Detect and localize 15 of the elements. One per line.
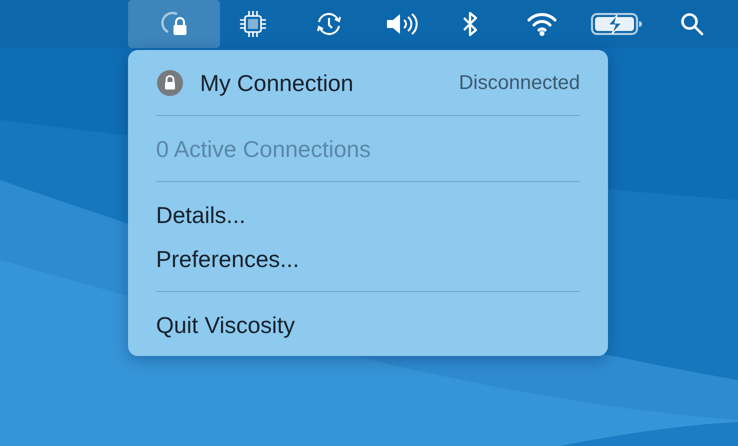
- menu-item[interactable]: Quit Viscosity: [128, 303, 608, 347]
- menu-bar-item[interactable]: [128, 0, 220, 48]
- wifi-icon: [526, 11, 558, 37]
- search-icon: [679, 11, 705, 37]
- menu-item[interactable]: Preferences...: [128, 237, 608, 281]
- menu-item[interactable]: Details...: [128, 193, 608, 237]
- charging-battery-icon: [590, 10, 644, 38]
- connection-name: My Connection: [200, 70, 354, 96]
- chip-icon: [239, 10, 267, 38]
- bluetooth-icon: [460, 10, 480, 38]
- connection-item[interactable]: My Connection Disconnected: [128, 61, 608, 105]
- lock-icon: [156, 69, 184, 97]
- menu-item: 0 Active Connections: [155, 134, 372, 164]
- connection-status: Disconnected: [458, 72, 580, 94]
- clock-arrows-icon: [314, 10, 344, 38]
